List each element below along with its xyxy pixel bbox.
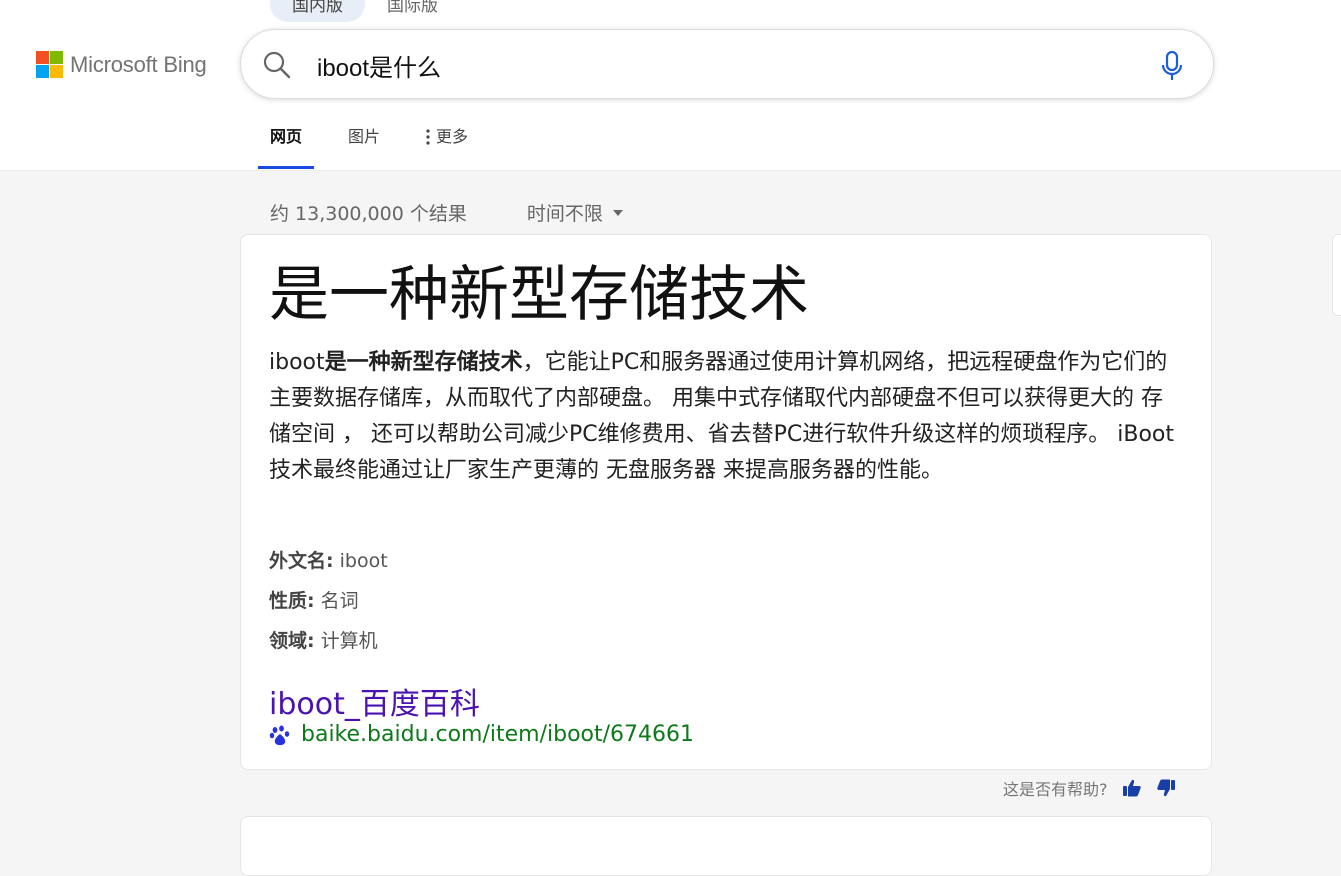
logo-text: Microsoft Bing xyxy=(70,51,207,77)
answer-body-prefix: iboot xyxy=(269,350,325,375)
fact-value: 计算机 xyxy=(320,630,378,652)
answer-title: 是一种新型存储技术 xyxy=(269,260,809,330)
time-filter-dropdown[interactable]: 时间不限 xyxy=(527,199,623,226)
side-panel-edge xyxy=(1332,234,1341,316)
fact-row: 领域: 计算机 xyxy=(269,621,388,661)
answer-card: 是一种新型存储技术 iboot是一种新型存储技术，它能让PC和服务器通过使用计算… xyxy=(240,234,1212,770)
result-count: 约 13,300,000 个结果 xyxy=(270,203,467,225)
fact-row: 性质: 名词 xyxy=(269,581,388,621)
top-bar: 国内版 国际版 Microsoft Bing 网页 图片 更多 xyxy=(0,0,1341,171)
baidu-paw-icon xyxy=(269,725,290,745)
nav-more[interactable]: 更多 xyxy=(414,117,480,169)
answer-body: iboot是一种新型存储技术，它能让PC和服务器通过使用计算机网络，把远程硬盘作… xyxy=(269,345,1179,489)
next-result-card xyxy=(240,816,1212,876)
answer-body-highlight: 是一种新型存储技术 xyxy=(324,350,523,375)
tab-international[interactable]: 国际版 xyxy=(365,0,460,22)
fact-label: 外文名: xyxy=(269,550,334,572)
search-nav: 网页 图片 更多 xyxy=(258,117,502,169)
search-input[interactable] xyxy=(317,46,1097,84)
fact-value: iboot xyxy=(339,550,388,572)
nav-more-label: 更多 xyxy=(436,127,469,146)
feedback-question: 这是否有帮助? xyxy=(1003,780,1108,799)
region-tabs: 国内版 国际版 xyxy=(270,0,460,22)
search-box[interactable] xyxy=(240,29,1214,99)
results-meta: 约 13,300,000 个结果 时间不限 xyxy=(270,199,623,226)
search-icon[interactable] xyxy=(262,50,292,80)
fact-label: 性质: xyxy=(269,590,315,612)
thumbs-down-icon[interactable] xyxy=(1156,778,1176,798)
source-url[interactable]: baike.baidu.com/item/iboot/674661 xyxy=(269,722,694,747)
more-dots-icon xyxy=(426,129,430,145)
thumbs-up-icon[interactable] xyxy=(1122,778,1142,798)
fact-value: 名词 xyxy=(320,590,359,612)
microsoft-logo-icon xyxy=(36,51,63,78)
nav-web-label: 网页 xyxy=(270,127,303,146)
feedback-bar: 这是否有帮助? xyxy=(1003,776,1176,800)
source-link[interactable]: iboot_百度百科 xyxy=(269,679,480,723)
chevron-down-icon xyxy=(612,209,623,216)
nav-images[interactable]: 图片 xyxy=(336,117,392,169)
nav-images-label: 图片 xyxy=(348,127,381,146)
fact-label: 领域: xyxy=(269,630,315,652)
source-url-text: baike.baidu.com/item/iboot/674661 xyxy=(301,722,695,747)
microphone-icon[interactable] xyxy=(1159,50,1185,82)
fact-list: 外文名: iboot 性质: 名词 领域: 计算机 xyxy=(269,541,388,661)
time-filter-label: 时间不限 xyxy=(526,203,603,225)
bing-logo[interactable]: Microsoft Bing xyxy=(36,51,207,78)
nav-web[interactable]: 网页 xyxy=(258,117,315,169)
tab-domestic[interactable]: 国内版 xyxy=(270,0,365,22)
fact-row: 外文名: iboot xyxy=(269,541,388,581)
